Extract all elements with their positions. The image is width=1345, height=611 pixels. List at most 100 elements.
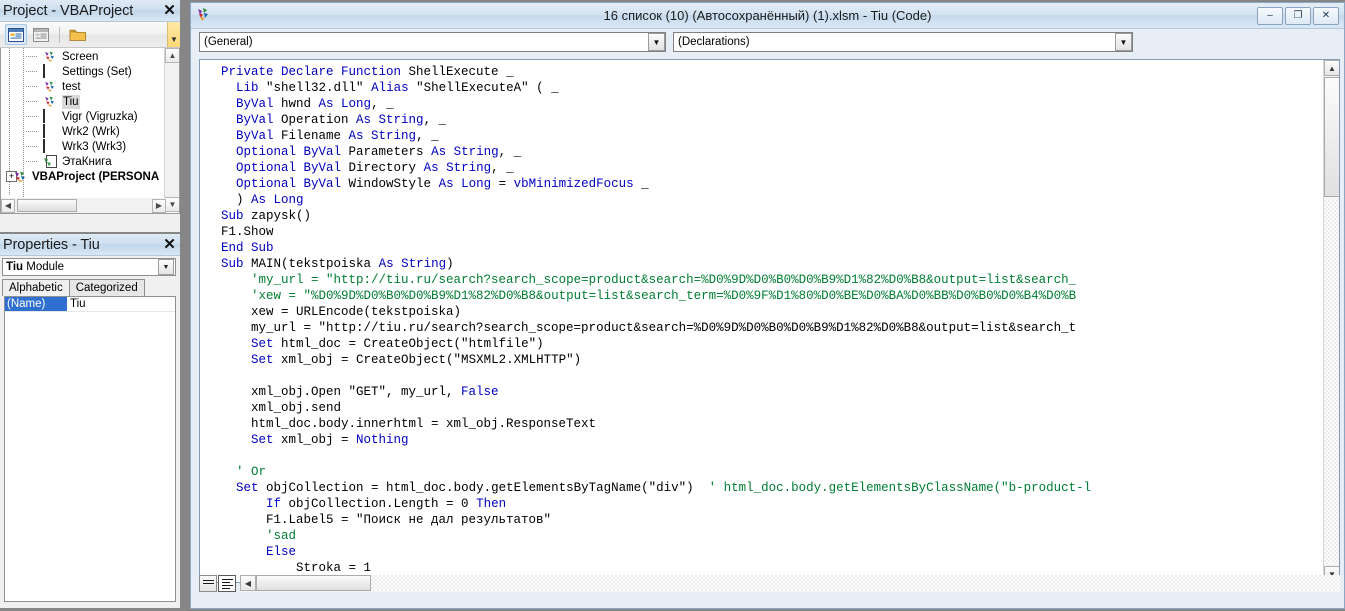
code-token: "shell32.dll" [258, 81, 372, 95]
code-token: html_doc.body.innerhtml = xml_obj.Respon… [206, 417, 597, 431]
minimize-icon[interactable]: – [1257, 7, 1283, 25]
project-tree-vscrollbar[interactable]: ▲ ▼ [164, 48, 179, 212]
code-keyword: As String [348, 129, 417, 143]
code-line: Sub MAIN(tekstpoiska As String) [206, 256, 1331, 272]
code-keyword: Nothing [356, 433, 409, 447]
code-vscrollbar[interactable]: ▲ ▼ [1323, 60, 1339, 582]
tree-item-vigr-vigruzka[interactable]: Vigr (Vigruzka) [1, 108, 179, 124]
code-line: ByVal hwnd As Long, _ [206, 96, 1331, 112]
object-combobox-value: (General) [204, 36, 253, 48]
tree-item-wrk3-wrk3[interactable]: Wrk3 (Wrk3) [1, 138, 179, 154]
close-icon[interactable]: ✕ [1313, 7, 1339, 25]
tab-alphabetic[interactable]: Alphabetic [2, 279, 70, 296]
window-controls: – ❐ ✕ [1257, 7, 1339, 25]
worksheet-icon [43, 63, 59, 79]
code-token: F1.Label5 = "Поиск не дал результатов" [206, 513, 552, 527]
code-token: Operation [273, 113, 357, 127]
properties-grid[interactable]: (Name) Tiu [4, 296, 176, 602]
code-line: Optional ByVal Directory As String, _ [206, 160, 1331, 176]
tree-item-screen[interactable]: Screen [1, 49, 179, 64]
tree-item-test[interactable]: test [1, 79, 179, 94]
scroll-up-icon[interactable]: ▲ [1324, 60, 1339, 76]
procedure-combobox[interactable]: (Declarations) ▼ [673, 32, 1133, 52]
worksheet-icon [43, 123, 59, 139]
hscroll-track[interactable] [371, 575, 1340, 591]
hscroll-thumb[interactable] [17, 199, 77, 212]
tree-connector-dash [26, 56, 37, 57]
code-keyword: If [266, 497, 282, 511]
tree-indent [3, 109, 43, 124]
close-icon[interactable]: ✕ [161, 236, 178, 253]
toolbar-overflow-button[interactable]: ▼ [167, 22, 180, 47]
code-window-titlebar[interactable]: 16 список (10) (Автосохранённый) (1).xls… [191, 3, 1344, 29]
chevron-down-icon[interactable]: ▼ [1115, 33, 1132, 51]
chevron-down-icon[interactable]: ▼ [158, 259, 174, 275]
properties-pane-title: Properties - Tiu [3, 236, 100, 253]
scroll-left-icon[interactable]: ◀ [1, 198, 15, 213]
tree-indent [3, 49, 43, 64]
tree-indent [3, 154, 43, 169]
close-icon[interactable]: ✕ [161, 2, 178, 19]
code-line: F1.Label5 = "Поиск не дал результатов" [206, 512, 1331, 528]
tree-item-settings-set[interactable]: Settings (Set) [1, 63, 179, 79]
code-editor[interactable]: Private Declare Function ShellExecute _ … [199, 59, 1340, 583]
scroll-down-icon[interactable]: ▼ [165, 197, 179, 212]
vscroll-thumb[interactable] [1324, 77, 1339, 197]
code-text[interactable]: Private Declare Function ShellExecute _ … [206, 64, 1331, 576]
folder-icon[interactable] [67, 24, 89, 45]
hscroll-thumb[interactable] [256, 575, 371, 591]
code-window-title: 16 список (10) (Автосохранённый) (1).xls… [603, 8, 932, 23]
code-token: ) [206, 193, 252, 207]
tree-item-[interactable]: ЭтаКнига [1, 154, 179, 169]
code-token: hwnd [273, 97, 319, 111]
code-line: my_url = "http://tiu.ru/search?search_sc… [206, 320, 1331, 336]
tree-item-label: Wrk2 (Wrk) [62, 125, 120, 138]
code-keyword: Set [251, 433, 274, 447]
code-line: ByVal Operation As String, _ [206, 112, 1331, 128]
chevron-down-icon[interactable]: ▼ [648, 33, 665, 51]
tree-item-label: Wrk3 (Wrk3) [62, 140, 127, 153]
project-tree[interactable]: Screen Settings (Set) test Tiu Vigr (Vigruzk… [0, 48, 180, 214]
toolbar-separator [59, 26, 60, 43]
code-keyword: Optional ByVal [236, 161, 342, 175]
scroll-up-icon[interactable]: ▲ [165, 48, 179, 63]
vscroll-track[interactable] [1324, 200, 1339, 565]
tree-item-wrk2-wrk[interactable]: Wrk2 (Wrk) [1, 123, 179, 139]
restore-icon[interactable]: ❐ [1285, 7, 1311, 25]
view-code-icon[interactable] [5, 24, 27, 45]
view-object-icon[interactable] [30, 24, 52, 45]
tree-item-vbaproject-persona[interactable]: + VBAProject (PERSONA [1, 169, 179, 184]
object-selector-combobox[interactable]: Tiu Module ▼ [2, 258, 176, 276]
full-module-view-icon[interactable] [218, 574, 236, 592]
tree-connector-dash [26, 146, 37, 147]
code-token: Filename [273, 129, 349, 143]
scroll-right-icon[interactable]: ▶ [152, 198, 166, 213]
tab-categorized[interactable]: Categorized [68, 279, 145, 296]
code-comment: ' html_doc.body.getElementsByClassName("… [708, 481, 1092, 495]
tree-item-tiu[interactable]: Tiu [1, 94, 179, 109]
code-keyword: As String [356, 113, 424, 127]
object-combobox[interactable]: (General) ▼ [199, 32, 666, 52]
object-name: Tiu [6, 261, 24, 273]
tree-connector-dash [26, 71, 37, 72]
procedure-view-glyph [202, 579, 214, 588]
code-token: xml_obj.Open "GET", my_url, [206, 385, 462, 399]
project-tree-hscrollbar[interactable]: ◀ ▶ [1, 198, 166, 213]
code-hscrollbar[interactable]: ◀ [240, 574, 1340, 592]
code-token: _ [633, 177, 649, 191]
code-line: F1.Show [206, 224, 1331, 240]
procedure-view-icon[interactable] [199, 574, 217, 592]
property-value[interactable]: Tiu [67, 297, 175, 311]
code-token: xml_obj.send [206, 401, 342, 415]
scroll-left-icon[interactable]: ◀ [240, 575, 256, 591]
code-keyword: As String [431, 145, 499, 159]
code-keyword: As String [423, 161, 492, 175]
property-row[interactable]: (Name) Tiu [5, 297, 175, 312]
code-line: ByVal Filename As String, _ [206, 128, 1331, 144]
